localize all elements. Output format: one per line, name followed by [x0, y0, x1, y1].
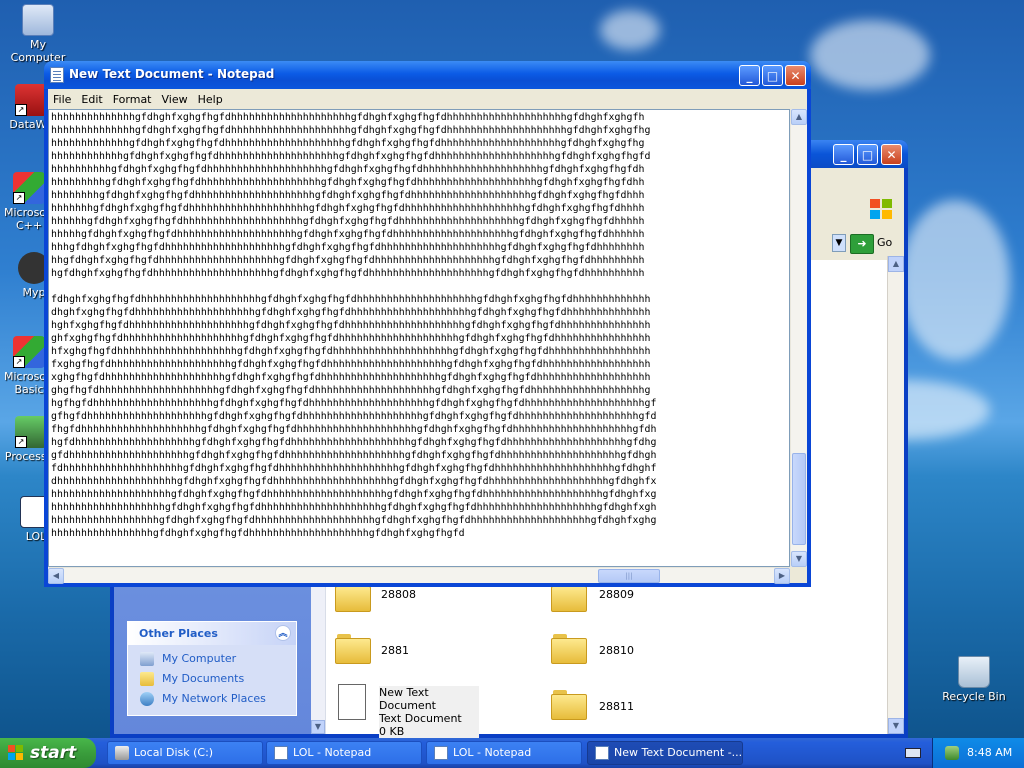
- horizontal-scroll-thumb[interactable]: |||: [598, 569, 660, 583]
- notepad-icon: [595, 746, 609, 760]
- go-arrow-icon[interactable]: ➜: [850, 234, 874, 254]
- taskbar-button-label: LOL - Notepad: [453, 746, 532, 759]
- maximize-button[interactable]: □: [857, 144, 878, 165]
- menu-view[interactable]: View: [157, 93, 193, 106]
- scroll-left-arrow-icon[interactable]: ◀: [48, 568, 64, 584]
- folder-label[interactable]: 28809: [599, 588, 634, 601]
- windows-logo-icon: [866, 196, 896, 222]
- folder-label[interactable]: 28808: [381, 588, 416, 601]
- wallpaper-cloud: [900, 200, 1010, 360]
- menu-format[interactable]: Format: [108, 93, 157, 106]
- scroll-down-arrow-icon[interactable]: ▼: [311, 720, 325, 734]
- windows-flag-icon: [8, 745, 23, 760]
- text-document-size: 0 KB: [379, 725, 405, 738]
- window-title: New Text Document - Notepad: [69, 67, 275, 81]
- vertical-scroll-thumb[interactable]: [792, 453, 806, 545]
- folder-icon[interactable]: [335, 634, 371, 664]
- keyboard-icon[interactable]: [905, 748, 921, 758]
- taskbar-button-label: New Text Document -...: [614, 746, 743, 759]
- menu-file[interactable]: File: [48, 93, 76, 106]
- collapse-chevron-icon[interactable]: ︽: [275, 625, 291, 641]
- other-place-my-network-places[interactable]: My Network Places: [128, 689, 296, 709]
- address-dropdown-button[interactable]: ▼: [832, 234, 846, 252]
- notepad-icon: [434, 746, 448, 760]
- start-label: start: [30, 743, 77, 763]
- vertical-scrollbar[interactable]: ▲ ▼: [790, 109, 807, 567]
- wallpaper-cloud: [600, 10, 660, 50]
- scroll-right-arrow-icon[interactable]: ▶: [774, 568, 790, 584]
- other-place-my-computer[interactable]: My Computer: [128, 649, 296, 669]
- maximize-button[interactable]: □: [762, 65, 783, 86]
- other-places-panel: Other Places ︽ My Computer My Documents …: [127, 621, 297, 716]
- menu-bar: File Edit Format View Help: [48, 89, 807, 109]
- computer-icon: [140, 652, 154, 666]
- text-document-icon[interactable]: [338, 684, 366, 720]
- system-tray: 8:48 AM: [932, 738, 1024, 768]
- application-icon: ↗: [15, 416, 47, 448]
- folder-label[interactable]: 28810: [599, 644, 634, 657]
- close-button[interactable]: ✕: [785, 65, 806, 86]
- taskbar-button-local-disk[interactable]: Local Disk (C:): [107, 741, 263, 765]
- other-place-my-documents[interactable]: My Documents: [128, 669, 296, 689]
- desktop-icon-my-computer[interactable]: My Computer: [1, 4, 75, 64]
- menu-help[interactable]: Help: [193, 93, 228, 106]
- taskbar-button-new-text-document[interactable]: New Text Document -...: [587, 741, 743, 765]
- application-icon: ↗: [13, 172, 45, 204]
- close-button[interactable]: ✕: [881, 144, 902, 165]
- other-place-label: My Network Places: [162, 692, 266, 705]
- start-button[interactable]: start: [0, 738, 96, 768]
- recycle-bin-icon: [958, 656, 990, 688]
- drive-icon: [115, 746, 129, 760]
- notepad-title-bar[interactable]: New Text Document - Notepad _ □ ✕: [44, 61, 811, 89]
- folder-label[interactable]: 28811: [599, 700, 634, 713]
- minimize-button[interactable]: _: [739, 65, 760, 86]
- application-icon: ↗: [15, 84, 47, 116]
- notepad-icon: [50, 67, 64, 83]
- explorer-vertical-scrollbar[interactable]: ▲ ▼: [887, 256, 904, 734]
- other-place-label: My Documents: [162, 672, 245, 685]
- go-button-label[interactable]: Go: [877, 236, 892, 249]
- text-editor[interactable]: hhhhhhhhhhhhhhgfdhghfxghgfhgfdhhhhhhhhhh…: [48, 109, 790, 567]
- taskbar-button-label: LOL - Notepad: [293, 746, 372, 759]
- taskbar-button-lol-notepad-1[interactable]: LOL - Notepad: [266, 741, 422, 765]
- text-document-item[interactable]: New Text Document Text Document 0 KB: [379, 686, 479, 738]
- other-places-title: Other Places: [139, 627, 218, 640]
- network-tray-icon[interactable]: [945, 746, 959, 760]
- documents-folder-icon: [140, 672, 154, 686]
- other-place-label: My Computer: [162, 652, 237, 665]
- scroll-up-arrow-icon[interactable]: ▲: [791, 109, 807, 125]
- shortcut-arrow-icon: ↗: [13, 192, 25, 204]
- taskbar: start Local Disk (C:) LOL - Notepad LOL …: [0, 738, 1024, 768]
- other-places-header[interactable]: Other Places ︽: [128, 622, 296, 645]
- wallpaper-cloud: [810, 20, 930, 90]
- notepad-icon: [274, 746, 288, 760]
- desktop-icon-label: Recycle Bin: [942, 690, 1006, 703]
- text-document-name: New Text Document: [379, 686, 436, 712]
- network-icon: [140, 692, 154, 706]
- shortcut-arrow-icon: ↗: [15, 436, 27, 448]
- taskbar-button-lol-notepad-2[interactable]: LOL - Notepad: [426, 741, 582, 765]
- minimize-button[interactable]: _: [833, 144, 854, 165]
- application-icon: ↗: [13, 336, 45, 368]
- shortcut-arrow-icon: ↗: [15, 104, 27, 116]
- taskbar-button-label: Local Disk (C:): [134, 746, 214, 759]
- scroll-up-arrow-icon[interactable]: ▲: [888, 256, 904, 272]
- text-document-type: Text Document: [379, 712, 462, 725]
- resize-grip-icon[interactable]: [790, 567, 807, 583]
- scroll-down-arrow-icon[interactable]: ▼: [888, 718, 904, 734]
- document-text[interactable]: hhhhhhhhhhhhhhgfdhghfxghgfhgfdhhhhhhhhhh…: [49, 110, 789, 540]
- computer-icon: [22, 4, 54, 36]
- menu-edit[interactable]: Edit: [76, 93, 107, 106]
- scroll-down-arrow-icon[interactable]: ▼: [791, 551, 807, 567]
- shortcut-arrow-icon: ↗: [13, 356, 25, 368]
- folder-label[interactable]: 2881: [381, 644, 409, 657]
- folder-icon[interactable]: [551, 634, 587, 664]
- notepad-window[interactable]: New Text Document - Notepad _ □ ✕ File E…: [44, 61, 811, 587]
- folder-icon[interactable]: [551, 690, 587, 720]
- desktop-icon-recycle-bin[interactable]: Recycle Bin: [937, 656, 1011, 703]
- clock[interactable]: 8:48 AM: [967, 746, 1012, 759]
- horizontal-scrollbar[interactable]: ◀ ||| ▶: [48, 567, 790, 584]
